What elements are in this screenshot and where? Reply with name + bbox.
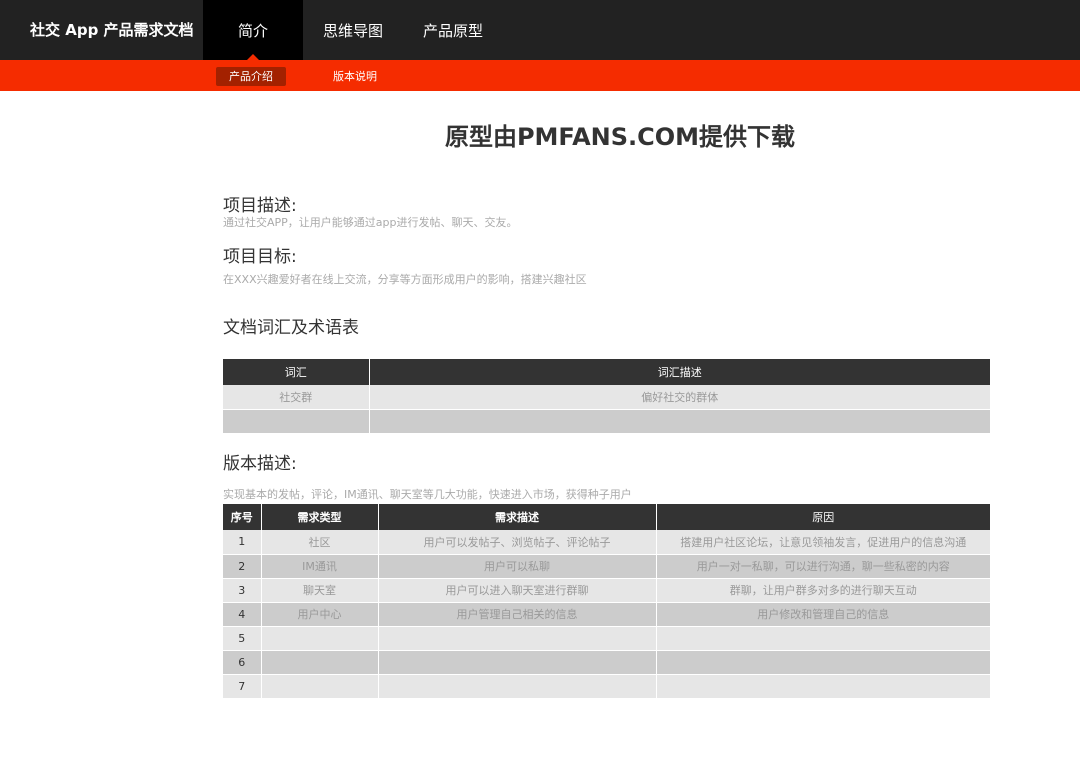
table-row: 6 — [223, 650, 990, 675]
tab-prototype[interactable]: 产品原型 — [413, 0, 493, 60]
glossary-header-row: 词汇 词汇描述 — [223, 359, 990, 385]
table-row: 社交群 偏好社交的群体 — [223, 385, 990, 410]
project-desc-heading: 项目描述: — [223, 196, 297, 216]
row-type: 用户中心 — [261, 602, 379, 627]
project-goal-text: 在XXX兴趣爱好者在线上交流，分享等方面形成用户的影响，搭建兴趣社区 — [223, 273, 587, 286]
row-desc — [378, 674, 657, 699]
tab-intro[interactable]: 简介 — [203, 0, 303, 60]
tab-prototype-label: 产品原型 — [422, 22, 483, 40]
row-type — [261, 674, 379, 699]
row-index: 7 — [223, 674, 262, 699]
row-index: 3 — [223, 578, 262, 603]
project-goal-heading: 项目目标: — [223, 247, 297, 267]
table-row: 7 — [223, 674, 990, 699]
row-desc — [378, 626, 657, 651]
row-desc: 用户管理自己相关的信息 — [378, 602, 657, 627]
table-row — [223, 409, 990, 434]
row-index: 4 — [223, 602, 262, 627]
glossary-col-desc: 词汇描述 — [369, 359, 990, 385]
subtab-product-intro[interactable]: 产品介绍 — [216, 67, 286, 86]
tab-mindmap-label: 思维导图 — [322, 22, 383, 40]
row-reason — [656, 674, 990, 699]
version-col-desc: 需求描述 — [378, 504, 657, 530]
row-reason — [656, 626, 990, 651]
version-col-reason: 原因 — [656, 504, 990, 530]
project-desc-text: 通过社交APP，让用户能够通过app进行发帖、聊天、交友。 — [223, 216, 518, 229]
glossary-heading: 文档词汇及术语表 — [223, 318, 359, 338]
row-reason: 群聊，让用户群多对多的进行聊天互动 — [656, 578, 990, 603]
subtab-version-notes[interactable]: 版本说明 — [320, 67, 390, 86]
version-header-row: 序号 需求类型 需求描述 原因 — [223, 504, 990, 530]
table-row: 4 用户中心 用户管理自己相关的信息 用户修改和管理自己的信息 — [223, 602, 990, 627]
glossary-desc — [369, 409, 990, 434]
row-reason — [656, 650, 990, 675]
table-row: 2 IM通讯 用户可以私聊 用户一对一私聊，可以进行沟通，聊一些私密的内容 — [223, 554, 990, 579]
row-type: IM通讯 — [261, 554, 379, 579]
version-table: 序号 需求类型 需求描述 原因 1 社区 用户可以发帖子、浏览帖子、评论帖子 搭… — [223, 504, 990, 699]
row-type: 社区 — [261, 530, 379, 555]
glossary-col-term: 词汇 — [223, 359, 370, 385]
row-desc: 用户可以私聊 — [378, 554, 657, 579]
row-type: 聊天室 — [261, 578, 379, 603]
page-title: 原型由PMFANS.COM提供下载 — [444, 123, 796, 151]
table-row: 1 社区 用户可以发帖子、浏览帖子、评论帖子 搭建用户社区论坛，让意见领袖发言，… — [223, 530, 990, 555]
version-text: 实现基本的发帖，评论，IM通讯、聊天室等几大功能，快速进入市场，获得种子用户 — [223, 488, 632, 501]
row-desc: 用户可以发帖子、浏览帖子、评论帖子 — [378, 530, 657, 555]
table-row: 5 — [223, 626, 990, 651]
row-reason: 搭建用户社区论坛，让意见领袖发言，促进用户的信息沟通 — [656, 530, 990, 555]
row-index: 1 — [223, 530, 262, 555]
glossary-term: 社交群 — [223, 385, 370, 410]
tab-intro-label: 简介 — [237, 22, 268, 40]
row-index: 6 — [223, 650, 262, 675]
version-col-index: 序号 — [223, 504, 262, 530]
row-desc — [378, 650, 657, 675]
tab-mindmap[interactable]: 思维导图 — [313, 0, 393, 60]
glossary-desc: 偏好社交的群体 — [369, 385, 990, 410]
glossary-table: 词汇 词汇描述 社交群 偏好社交的群体 — [223, 359, 990, 434]
row-desc: 用户可以进入聊天室进行群聊 — [378, 578, 657, 603]
row-type — [261, 650, 379, 675]
row-index: 2 — [223, 554, 262, 579]
sub-nav-bar: 产品介绍 版本说明 — [0, 60, 1080, 91]
row-type — [261, 626, 379, 651]
table-row: 3 聊天室 用户可以进入聊天室进行群聊 群聊，让用户群多对多的进行聊天互动 — [223, 578, 990, 603]
version-col-type: 需求类型 — [261, 504, 379, 530]
version-heading: 版本描述: — [223, 454, 297, 474]
app-title: 社交 App 产品需求文档 — [30, 21, 194, 39]
row-index: 5 — [223, 626, 262, 651]
row-reason: 用户一对一私聊，可以进行沟通，聊一些私密的内容 — [656, 554, 990, 579]
glossary-term — [223, 409, 370, 434]
row-reason: 用户修改和管理自己的信息 — [656, 602, 990, 627]
top-nav-bar: 社交 App 产品需求文档 简介 思维导图 产品原型 — [0, 0, 1080, 60]
